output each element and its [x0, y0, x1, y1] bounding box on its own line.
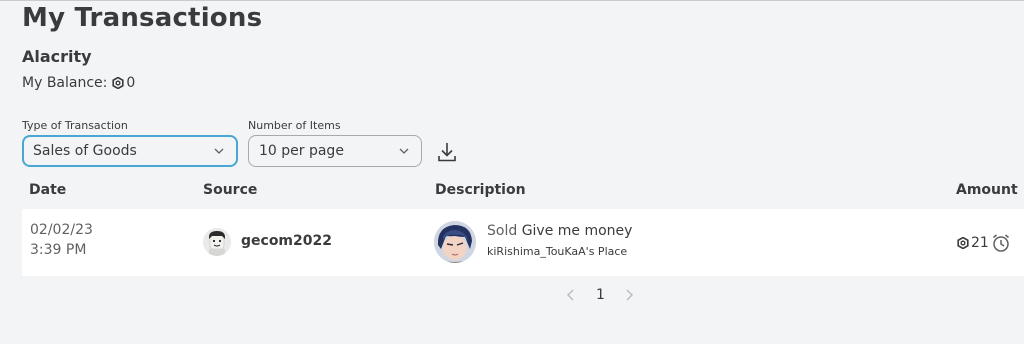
transaction-amount: 21	[957, 233, 1011, 253]
clock-icon[interactable]	[991, 233, 1011, 253]
robux-icon	[112, 77, 124, 89]
items-per-page-select[interactable]: 10 per page	[248, 135, 422, 167]
table-row: 02/02/23 3:39 PM gecom2022 Sold Give me …	[22, 209, 1024, 276]
description-text: Sold Give me money	[487, 223, 632, 239]
download-icon[interactable]	[437, 141, 457, 163]
pagination: 1	[564, 285, 636, 305]
amount-value: 21	[971, 235, 989, 251]
balance-value: 0	[126, 75, 136, 91]
item-thumbnail[interactable]	[434, 221, 476, 263]
transaction-date: 02/02/23	[30, 222, 93, 238]
chevron-down-icon	[214, 148, 224, 154]
avatar-image	[203, 228, 231, 256]
column-header-source: Source	[203, 182, 258, 198]
chevron-right-icon[interactable]	[622, 288, 636, 302]
item-thumbnail-image	[434, 221, 476, 263]
transaction-type-label: Type of Transaction	[22, 119, 128, 132]
transaction-type-select[interactable]: Sales of Goods	[22, 135, 238, 167]
place-name-link[interactable]: kiRishima_TouKaA's Place	[487, 245, 627, 258]
transaction-time: 3:39 PM	[30, 242, 87, 258]
description-prefix: Sold	[487, 223, 518, 239]
balance-label: My Balance:	[22, 75, 108, 91]
robux-icon	[957, 237, 969, 249]
transaction-type-value: Sales of Goods	[33, 143, 137, 159]
page-title: My Transactions	[22, 3, 263, 33]
items-per-page-value: 10 per page	[259, 143, 344, 159]
column-header-description: Description	[435, 182, 526, 198]
items-count-label: Number of Items	[248, 119, 341, 132]
avatar[interactable]	[203, 228, 231, 256]
item-name-link[interactable]: Give me money	[522, 223, 633, 239]
column-header-date: Date	[29, 182, 67, 198]
column-header-amount: Amount	[956, 182, 1018, 198]
chevron-down-icon	[399, 148, 409, 154]
chevron-left-icon[interactable]	[564, 288, 578, 302]
current-page-number: 1	[596, 287, 605, 303]
transactions-page: My Transactions Alacrity My Balance: 0 T…	[0, 0, 1024, 344]
source-username[interactable]: gecom2022	[241, 233, 332, 249]
balance-row: My Balance: 0	[22, 75, 135, 91]
group-name: Alacrity	[22, 47, 92, 66]
